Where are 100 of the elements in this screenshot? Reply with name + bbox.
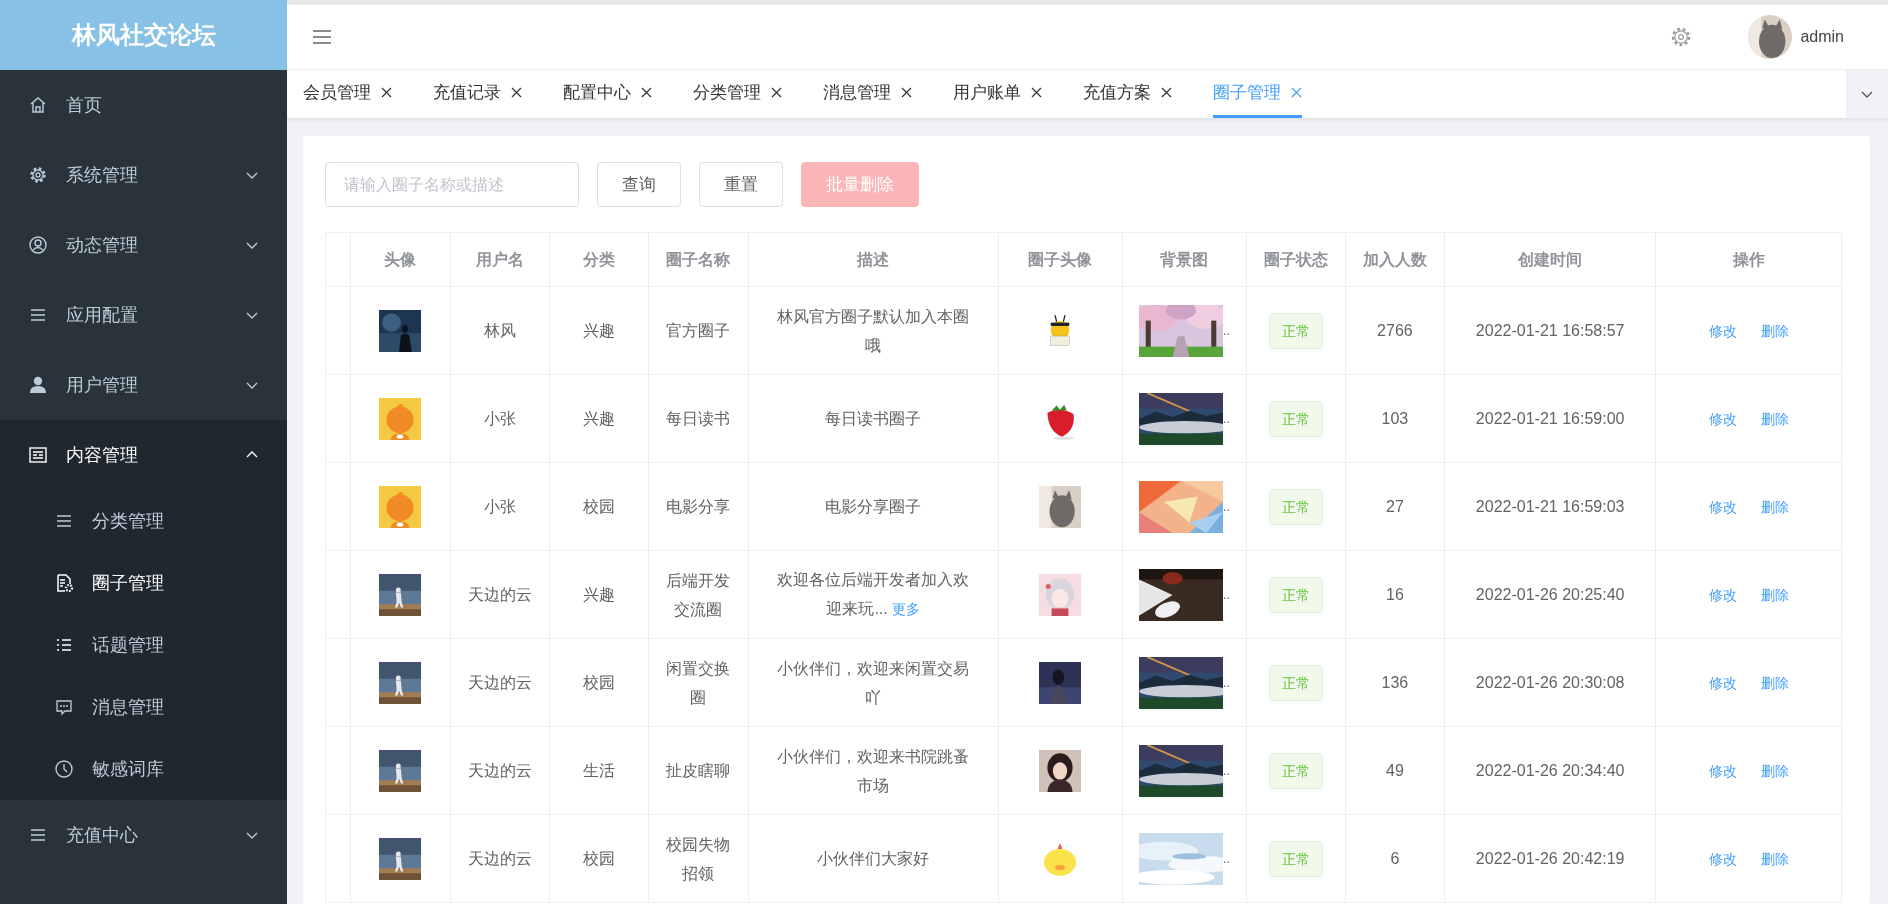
chat-icon bbox=[54, 697, 74, 717]
tab[interactable]: 充值记录 bbox=[433, 70, 522, 118]
table-cell: 小张 bbox=[450, 462, 550, 551]
status-tag: 正常 bbox=[1268, 576, 1323, 613]
column-header: 圈子头像 bbox=[998, 232, 1123, 287]
user-name[interactable]: admin bbox=[1800, 28, 1844, 46]
table-cell: 兴趣 bbox=[549, 550, 649, 639]
column-header: 分类 bbox=[549, 232, 649, 287]
overflow-ellipsis: .. bbox=[1223, 764, 1230, 777]
column-header: 加入人数 bbox=[1345, 232, 1445, 287]
table-cell: 2022-01-21 16:59:03 bbox=[1444, 462, 1656, 551]
user-icon bbox=[28, 375, 48, 395]
sidebar-item[interactable]: 首页 bbox=[0, 70, 287, 140]
overflow-ellipsis: .. bbox=[1223, 676, 1230, 689]
home-icon bbox=[28, 95, 48, 115]
table-cell: 2022-01-26 20:30:08 bbox=[1444, 638, 1656, 727]
sidebar-item[interactable]: 系统管理 bbox=[0, 140, 287, 210]
tab[interactable]: 充值方案 bbox=[1083, 70, 1172, 118]
status-tag: 正常 bbox=[1268, 400, 1323, 437]
table-cell: 49 bbox=[1345, 726, 1445, 815]
column-header: 操作 bbox=[1655, 232, 1842, 287]
tab[interactable]: 消息管理 bbox=[823, 70, 912, 118]
table-cell: 2022-01-26 20:25:40 bbox=[1444, 550, 1656, 639]
user-circle-icon bbox=[28, 235, 48, 255]
submenu-item[interactable]: 消息管理 bbox=[0, 676, 287, 738]
tab[interactable]: 用户账单 bbox=[953, 70, 1042, 118]
table-cell: 每日读书圈子 bbox=[748, 374, 998, 463]
close-icon[interactable] bbox=[901, 87, 912, 98]
action-button[interactable]: 重置 bbox=[699, 162, 783, 207]
column-header: 圈子状态 bbox=[1246, 232, 1346, 287]
table-cell: 扯皮瞎聊 bbox=[648, 726, 749, 815]
tab[interactable]: 配置中心 bbox=[563, 70, 652, 118]
close-icon[interactable] bbox=[641, 87, 652, 98]
table-cell: 2766 bbox=[1345, 286, 1445, 375]
table-cell: 电影分享 bbox=[648, 462, 749, 551]
table-cell: 每日读书 bbox=[648, 374, 749, 463]
document-icon bbox=[28, 445, 48, 465]
table-cell: 2022-01-21 16:58:57 bbox=[1444, 286, 1656, 375]
table-cell: 136 bbox=[1345, 638, 1445, 727]
table-cell: 生活 bbox=[549, 726, 649, 815]
sidebar-item[interactable]: 充值中心 bbox=[0, 800, 287, 870]
table-cell: 小伙伴们，欢迎来闲置交易吖 bbox=[748, 638, 998, 727]
table-cell: 103 bbox=[1345, 374, 1445, 463]
overflow-ellipsis: .. bbox=[1223, 412, 1230, 425]
close-icon[interactable] bbox=[381, 87, 392, 98]
table-cell: 后端开发交流圈 bbox=[648, 550, 749, 639]
table-cell: 小伙伴们大家好 bbox=[748, 814, 998, 903]
submenu-item[interactable]: 话题管理 bbox=[0, 614, 287, 676]
status-tag: 正常 bbox=[1268, 312, 1323, 349]
table-cell: 林风官方圈子默认加入本圈哦 bbox=[748, 286, 998, 375]
overflow-ellipsis: .. bbox=[1223, 588, 1230, 601]
sidebar-item[interactable]: 应用配置 bbox=[0, 280, 287, 350]
table-cell: 27 bbox=[1345, 462, 1445, 551]
close-icon[interactable] bbox=[511, 87, 522, 98]
table-cell: 闲置交换圈 bbox=[648, 638, 749, 727]
table-cell: 兴趣 bbox=[549, 374, 649, 463]
table-cell: 欢迎各位后端开发者加入欢迎来玩... 更多 bbox=[748, 550, 998, 639]
sidebar-item[interactable]: 用户管理 bbox=[0, 350, 287, 420]
status-tag: 正常 bbox=[1268, 488, 1323, 525]
status-tag: 正常 bbox=[1268, 664, 1323, 701]
overflow-ellipsis: .. bbox=[1223, 852, 1230, 865]
table-cell: 校园 bbox=[549, 814, 649, 903]
table-cell: 天边的云 bbox=[450, 814, 550, 903]
submenu-item[interactable]: 敏感词库 bbox=[0, 738, 287, 800]
overflow-ellipsis: .. bbox=[1223, 500, 1230, 513]
submenu-item[interactable]: 分类管理 bbox=[0, 490, 287, 552]
table-cell: 校园失物招领 bbox=[648, 814, 749, 903]
close-icon[interactable] bbox=[1031, 87, 1042, 98]
table-cell: 6 bbox=[1345, 814, 1445, 903]
table-cell: 电影分享圈子 bbox=[748, 462, 998, 551]
app-logo: 林风社交论坛 bbox=[0, 0, 287, 70]
column-header: 头像 bbox=[350, 232, 451, 287]
column-header: 用户名 bbox=[450, 232, 550, 287]
settings-icon[interactable] bbox=[1670, 26, 1693, 48]
action-button[interactable]: 查询 bbox=[597, 162, 681, 207]
status-tag: 正常 bbox=[1268, 752, 1323, 789]
sidebar-item[interactable]: 内容管理 bbox=[0, 420, 287, 490]
table-cell: 小伙伴们，欢迎来书院跳蚤市场 bbox=[748, 726, 998, 815]
document-gear-icon bbox=[54, 573, 74, 593]
tab[interactable]: 会员管理 bbox=[303, 70, 392, 118]
column-header: 描述 bbox=[748, 232, 998, 287]
table-cell: 校园 bbox=[549, 638, 649, 727]
tab[interactable]: 分类管理 bbox=[693, 70, 782, 118]
table-cell: 天边的云 bbox=[450, 726, 550, 815]
table-cell: 16 bbox=[1345, 550, 1445, 639]
settings-icon bbox=[28, 165, 48, 185]
table-cell: 官方圈子 bbox=[648, 286, 749, 375]
table-cell: 兴趣 bbox=[549, 286, 649, 375]
table-cell: 2022-01-26 20:42:19 bbox=[1444, 814, 1656, 903]
close-icon[interactable] bbox=[1161, 87, 1172, 98]
search-field[interactable]: 请输入圈子名称或描述 bbox=[325, 162, 579, 207]
clock-icon bbox=[54, 759, 74, 779]
submenu-item[interactable]: 圈子管理 bbox=[0, 552, 287, 614]
column-header: 背景图 bbox=[1122, 232, 1247, 287]
overflow-ellipsis: .. bbox=[1223, 324, 1230, 337]
sidebar-item[interactable]: 动态管理 bbox=[0, 210, 287, 280]
column-header: 创建时间 bbox=[1444, 232, 1656, 287]
table-cell: 2022-01-21 16:59:00 bbox=[1444, 374, 1656, 463]
table-cell: 天边的云 bbox=[450, 638, 550, 727]
close-icon[interactable] bbox=[771, 87, 782, 98]
